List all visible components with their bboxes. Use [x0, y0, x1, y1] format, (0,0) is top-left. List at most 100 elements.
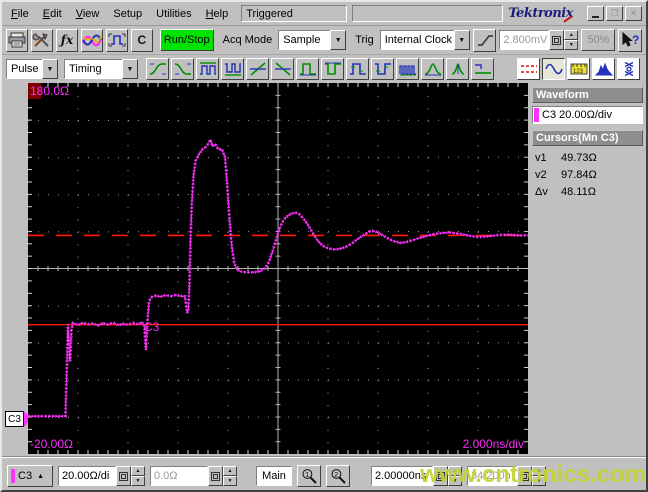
low-level-button[interactable]	[471, 58, 494, 80]
restore-button[interactable]: ❐	[606, 6, 623, 21]
window-buttons: ❐ ✕	[587, 6, 642, 21]
positive-width-button[interactable]	[196, 58, 219, 80]
define-math-button[interactable]: ƒx	[56, 28, 78, 52]
timebase-spin[interactable]: 2.00000ns ▲ ▼	[371, 466, 462, 486]
rising-slope-icon	[477, 35, 493, 46]
trig-level-spin[interactable]: 2.800mV ▲ ▼	[499, 30, 579, 50]
menu-item-edit[interactable]: Edit	[36, 6, 69, 22]
positive-pulse-button[interactable]	[296, 58, 319, 80]
set-to-50pct-button[interactable]: 50%	[581, 29, 616, 51]
negative-width-button[interactable]	[221, 58, 244, 80]
horizontal-position-value: 34.200n	[467, 466, 517, 486]
rising-crossing-button[interactable]	[246, 58, 269, 80]
menu-item-help[interactable]: Help	[199, 6, 236, 22]
waveform-display-button[interactable]	[542, 58, 565, 80]
horizontal-position-stepper[interactable]: ▲ ▼	[532, 466, 546, 486]
channel-scale-entry[interactable]: C3 20.00Ω/div	[532, 106, 643, 124]
falling-crossing-button[interactable]	[271, 58, 294, 80]
minimize-button[interactable]	[587, 6, 604, 21]
signal-type-select[interactable]: Pulse ▼	[6, 59, 58, 79]
peak-button[interactable]	[421, 58, 444, 80]
channel-select-button[interactable]: C3 ▲	[7, 465, 53, 487]
keypad-icon[interactable]	[116, 466, 131, 486]
acq-mode-select[interactable]: Sample ▼	[278, 30, 347, 50]
clear-button[interactable]: C	[130, 28, 153, 52]
trig-slope-button[interactable]	[472, 28, 497, 52]
vertical-offset-spin[interactable]: 0.0Ω ▲ ▼	[150, 466, 237, 486]
spin-down-icon[interactable]: ▼	[131, 476, 145, 486]
spin-down-icon[interactable]: ▼	[532, 476, 546, 486]
keypad-icon[interactable]	[208, 466, 223, 486]
zoom1-button[interactable]: 1	[297, 465, 321, 487]
menu-item-utilities[interactable]: Utilities	[149, 6, 198, 22]
pulse-select-icon	[108, 33, 126, 47]
display-buttons: 123	[517, 58, 640, 80]
plot-left-margin: C3	[2, 83, 32, 456]
fall-time-button[interactable]	[171, 58, 194, 80]
keypad-icon	[520, 471, 529, 481]
cursor-dv-label: Δv	[535, 185, 548, 198]
histogram-button[interactable]	[592, 58, 615, 80]
measurement-readout-button[interactable]: 123	[567, 58, 590, 80]
context-help-button[interactable]: ?	[618, 28, 642, 52]
spin-up-icon[interactable]: ▲	[223, 466, 237, 476]
spin-up-icon[interactable]: ▲	[532, 466, 546, 476]
close-icon: ✕	[629, 8, 638, 18]
menu-item-setup[interactable]: Setup	[106, 6, 149, 22]
menu-item-view[interactable]: View	[69, 6, 107, 22]
measure-category-select[interactable]: Timing ▼	[64, 59, 138, 79]
help-pointer-icon: ?	[622, 32, 640, 47]
cursors-icon	[520, 65, 537, 73]
print-button[interactable]	[6, 28, 28, 52]
zoom2-button[interactable]: 2	[326, 465, 350, 487]
spin-down-icon[interactable]: ▼	[448, 476, 462, 486]
negative-pulse-alt-button[interactable]	[371, 58, 394, 80]
run-stop-button[interactable]: Run/Stop	[159, 29, 214, 51]
cursor-v2-value: 97.84Ω	[561, 168, 597, 181]
negative-pulse-button[interactable]	[321, 58, 344, 80]
cursor-row-v2: v2 97.84Ω	[532, 166, 643, 183]
bottom-control-bar: C3 ▲ 20.00Ω/di ▲ ▼ 0.0Ω ▲ ▼ Main 1 2 2.000…	[2, 462, 646, 490]
fall-time-icon	[174, 63, 191, 75]
status-box-empty	[352, 5, 504, 22]
pulse-select-button[interactable]	[105, 28, 128, 52]
cursor-v2-label: v2	[535, 168, 547, 181]
positive-pulse-alt-button[interactable]	[346, 58, 369, 80]
close-button[interactable]: ✕	[625, 6, 642, 21]
rise-time-button[interactable]	[146, 58, 169, 80]
burst-button[interactable]	[396, 58, 419, 80]
vertical-offset-stepper[interactable]: ▲ ▼	[223, 466, 237, 486]
mask-test-button[interactable]	[617, 58, 640, 80]
timebase-stepper[interactable]: ▲ ▼	[448, 466, 462, 486]
keypad-icon[interactable]	[549, 30, 565, 50]
spin-up-icon[interactable]: ▲	[448, 466, 462, 476]
menu-item-file[interactable]: File	[4, 6, 36, 22]
trig-source-select[interactable]: Internal Clock ▼	[379, 30, 470, 50]
chevron-down-icon[interactable]: ▼	[122, 59, 138, 79]
measure-category-value: Timing	[64, 59, 122, 79]
spin-up-icon[interactable]: ▲	[131, 466, 145, 476]
trig-level-stepper[interactable]: ▲ ▼	[564, 30, 579, 50]
tools-button[interactable]	[31, 28, 53, 52]
keypad-icon[interactable]	[433, 466, 448, 486]
spin-down-icon[interactable]: ▼	[223, 476, 237, 486]
keypad-icon	[552, 35, 562, 45]
trigger-status-text: Triggered	[246, 7, 293, 20]
trig-label: Trig	[355, 34, 374, 46]
peak-alt-button[interactable]	[446, 58, 469, 80]
spin-up-icon[interactable]: ▲	[564, 30, 579, 40]
cursors-button[interactable]	[517, 58, 540, 80]
chevron-down-icon[interactable]: ▼	[330, 30, 347, 50]
horizontal-position-spin[interactable]: 34.200n ▲ ▼	[467, 466, 546, 486]
keypad-icon[interactable]	[517, 466, 532, 486]
vertical-scale-spin[interactable]: 20.00Ω/di ▲ ▼	[58, 466, 145, 486]
waveform-color-icon	[81, 34, 102, 47]
waveform-database-button[interactable]	[80, 28, 103, 52]
positive-pulse-icon	[299, 63, 316, 76]
chevron-down-icon[interactable]: ▼	[453, 30, 470, 50]
chevron-down-icon[interactable]: ▼	[42, 59, 58, 79]
waveform-plot[interactable]: 180.0Ω -20.00Ω 2.000ns/div C3	[28, 83, 528, 454]
measurement-toolbar: Pulse ▼ Timing ▼ 123	[2, 55, 646, 83]
vertical-scale-stepper[interactable]: ▲ ▼	[131, 466, 145, 486]
spin-down-icon[interactable]: ▼	[564, 40, 579, 50]
